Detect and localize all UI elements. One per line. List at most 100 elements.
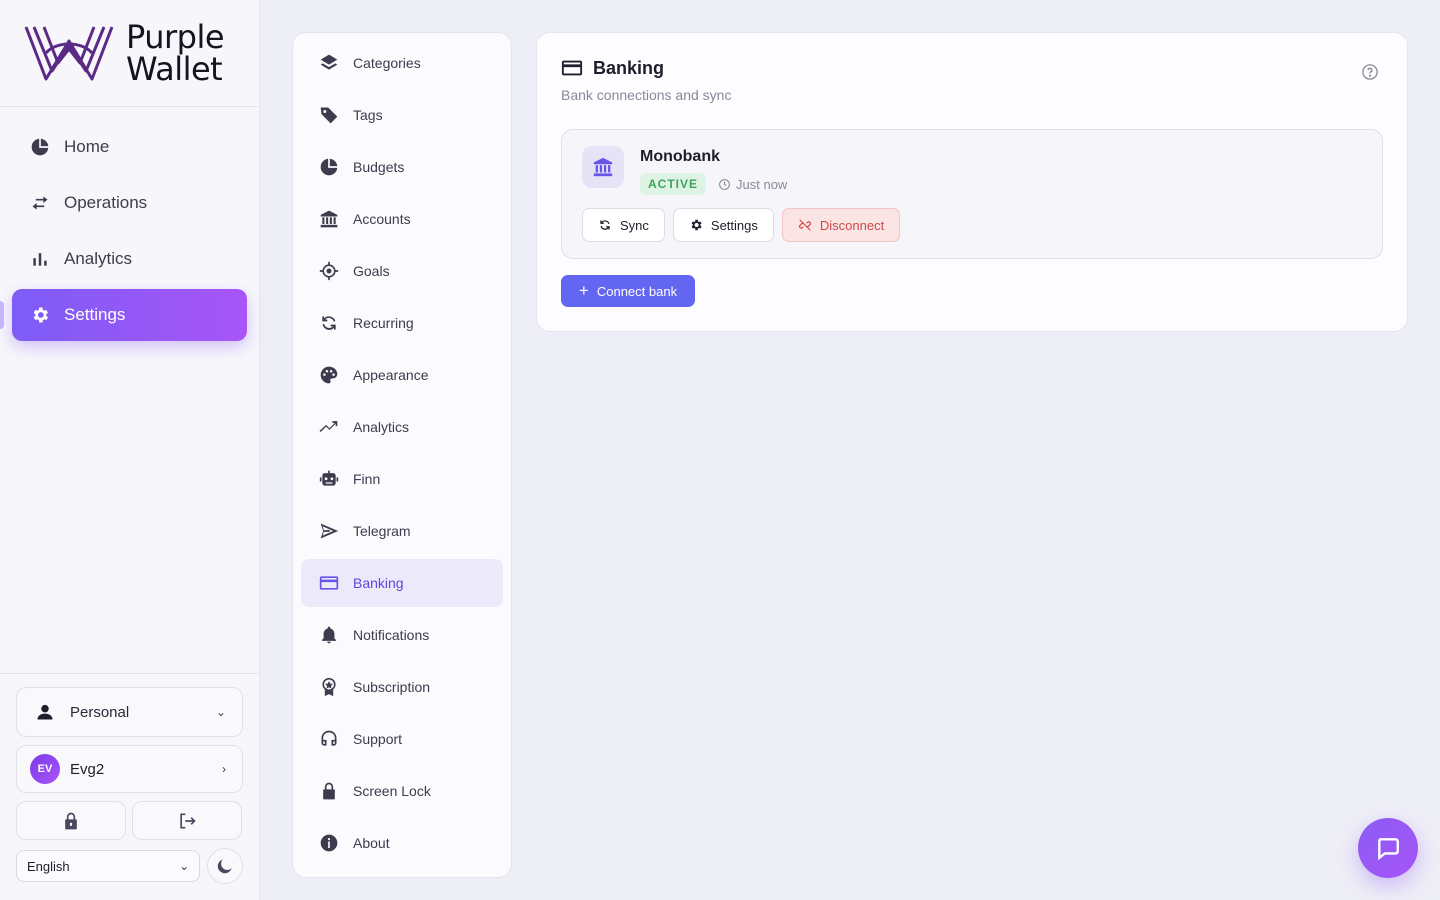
settings-item-label: Banking xyxy=(353,575,404,591)
disconnect-label: Disconnect xyxy=(819,217,885,233)
settings-item-label: Screen Lock xyxy=(353,783,431,799)
settings-item-appearance[interactable]: Appearance xyxy=(301,351,503,399)
settings-item-recurring[interactable]: Recurring xyxy=(301,299,503,347)
nav-item-home[interactable]: Home xyxy=(12,121,247,173)
pie-chart-icon xyxy=(28,135,52,159)
settings-item-about[interactable]: About xyxy=(301,819,503,867)
settings-item-finn[interactable]: Finn xyxy=(301,455,503,503)
settings-item-support[interactable]: Support xyxy=(301,715,503,763)
chevron-down-icon: ⌄ xyxy=(215,705,226,719)
settings-item-label: Finn xyxy=(353,471,381,487)
settings-item-subscription[interactable]: Subscription xyxy=(301,663,503,711)
clock-icon xyxy=(719,178,730,190)
sync-button[interactable]: Sync xyxy=(582,208,665,242)
language-value: English xyxy=(27,858,70,874)
workspace-label: Personal xyxy=(70,703,130,721)
settings-item-goals[interactable]: Goals xyxy=(301,247,503,295)
app-sidebar: Purple Wallet Home Operations Analytics xyxy=(0,0,260,900)
settings-item-label: Accounts xyxy=(353,211,411,227)
trend-icon xyxy=(318,416,340,438)
page-subtitle: Bank connections and sync xyxy=(561,87,732,103)
chat-bubble-icon xyxy=(1378,838,1399,861)
sidebar-bottom: Personal ⌄ EV Evg2 › English ⌄ xyxy=(0,673,259,900)
connect-bank-button[interactable]: + Connect bank xyxy=(561,275,695,307)
settings-item-banking[interactable]: Banking xyxy=(301,559,503,607)
bank-icon xyxy=(318,208,340,230)
lock-icon xyxy=(65,812,77,829)
bell-icon xyxy=(318,624,340,646)
chevron-right-icon: › xyxy=(222,762,226,776)
paper-plane-icon xyxy=(318,520,340,542)
chevron-down-icon: ⌄ xyxy=(179,859,190,873)
connect-bank-label: Connect bank xyxy=(596,283,678,299)
nav-item-label: Settings xyxy=(64,305,126,324)
bank-connection-card: Monobank ACTIVE Just now Sync Settings D… xyxy=(561,129,1383,259)
logo[interactable]: Purple Wallet xyxy=(0,0,259,107)
gear-icon xyxy=(691,219,702,231)
bank-actions: Sync Settings Disconnect xyxy=(582,208,1362,242)
settings-item-telegram[interactable]: Telegram xyxy=(301,507,503,555)
award-icon xyxy=(318,676,340,698)
credit-card-icon xyxy=(561,60,583,76)
nav-item-settings[interactable]: Settings xyxy=(0,289,247,341)
last-sync: Just now xyxy=(718,177,787,192)
language-row: English ⌄ xyxy=(16,848,243,884)
settings-item-label: Categories xyxy=(353,55,421,71)
logout-icon xyxy=(180,813,196,828)
nav-item-operations[interactable]: Operations xyxy=(12,177,247,229)
settings-item-analytics[interactable]: Analytics xyxy=(301,403,503,451)
last-sync-text: Just now xyxy=(736,176,788,192)
help-icon[interactable] xyxy=(1361,63,1379,81)
sync-icon xyxy=(600,220,610,230)
nav-item-label: Operations xyxy=(64,193,148,212)
settings-item-label: Tags xyxy=(353,107,383,123)
settings-item-label: Notifications xyxy=(353,627,430,643)
unlink-icon xyxy=(798,219,811,231)
bar-chart-icon xyxy=(28,247,52,271)
target-icon xyxy=(318,260,340,282)
theme-toggle-button[interactable] xyxy=(207,848,243,884)
bank-name: Monobank xyxy=(640,148,720,165)
sync-icon xyxy=(318,312,340,334)
status-badge: ACTIVE xyxy=(640,173,707,195)
bank-settings-label: Settings xyxy=(710,217,758,233)
settings-item-label: Appearance xyxy=(353,367,429,383)
settings-item-screen-lock[interactable]: Screen Lock xyxy=(301,767,503,815)
settings-item-tags[interactable]: Tags xyxy=(301,91,503,139)
chat-button[interactable] xyxy=(1358,818,1418,878)
settings-item-label: Recurring xyxy=(353,315,414,331)
lock-button[interactable] xyxy=(16,801,126,840)
language-select[interactable]: English ⌄ xyxy=(16,850,201,882)
logo-text-line2: Wallet xyxy=(126,50,223,88)
settings-item-label: Budgets xyxy=(353,159,405,175)
info-icon xyxy=(318,832,340,854)
lock-icon xyxy=(318,780,340,802)
main-nav: Home Operations Analytics Settings xyxy=(0,107,259,341)
tag-icon xyxy=(318,104,340,126)
headset-icon xyxy=(318,728,340,750)
settings-item-budgets[interactable]: Budgets xyxy=(301,143,503,191)
settings-nav: Categories Tags Budgets Accounts Goals R… xyxy=(292,32,512,878)
moon-icon xyxy=(217,859,232,874)
nav-item-analytics[interactable]: Analytics xyxy=(12,233,247,285)
logo-text-line1: Purple xyxy=(126,18,225,56)
settings-item-label: About xyxy=(353,835,390,851)
workspace-select[interactable]: Personal ⌄ xyxy=(16,687,243,737)
active-indicator xyxy=(0,301,4,329)
disconnect-button[interactable]: Disconnect xyxy=(781,208,901,242)
bank-info: Monobank ACTIVE Just now xyxy=(582,146,1362,195)
user-name: Evg2 xyxy=(70,760,105,778)
settings-item-accounts[interactable]: Accounts xyxy=(301,195,503,243)
arrows-exchange-icon xyxy=(28,191,52,215)
user-profile-button[interactable]: EV Evg2 › xyxy=(16,745,243,793)
bank-settings-button[interactable]: Settings xyxy=(672,208,774,242)
settings-item-categories[interactable]: Categories xyxy=(301,39,503,87)
logout-button[interactable] xyxy=(132,801,242,840)
nav-item-label: Analytics xyxy=(64,249,133,268)
panel-header: Banking xyxy=(561,57,1383,79)
purple-wallet-logo-icon xyxy=(24,26,114,81)
settings-item-label: Telegram xyxy=(353,523,411,539)
bank-details: Monobank ACTIVE Just now xyxy=(640,146,787,195)
plus-icon: + xyxy=(578,281,589,300)
settings-item-notifications[interactable]: Notifications xyxy=(301,611,503,659)
